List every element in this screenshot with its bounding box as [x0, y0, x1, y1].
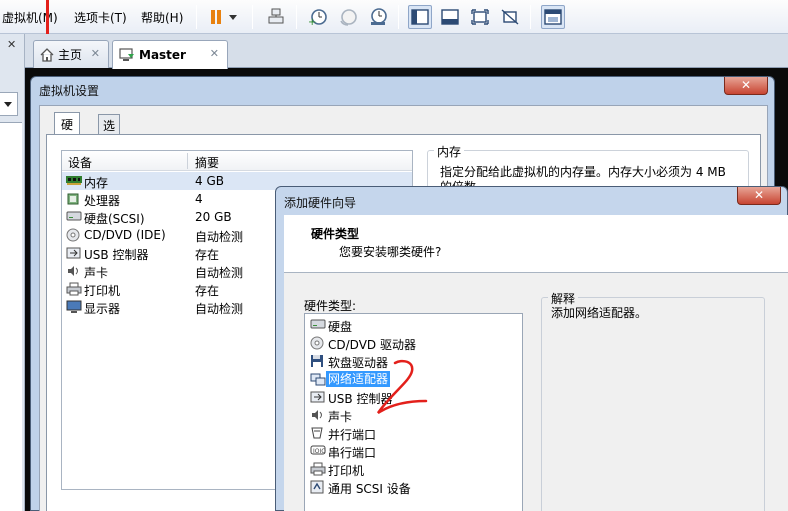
device-name: CD/DVD (IDE): [84, 228, 166, 242]
serial-port-icon: IOIO: [310, 444, 326, 458]
tab-options[interactable]: 选项: [98, 114, 121, 150]
red-annotation-mark: [46, 0, 49, 34]
tab-hardware[interactable]: 硬件: [54, 112, 81, 149]
toolbar-separator: [252, 5, 253, 29]
hardware-item-label: 串行端口: [328, 446, 377, 460]
menu-vm[interactable]: 虚拟机(M): [2, 9, 58, 26]
device-name: USB 控制器: [84, 248, 149, 262]
menu-help[interactable]: 帮助(H): [141, 9, 183, 26]
tab-master[interactable]: Master ✕: [112, 40, 228, 69]
hardware-item-label: 通用 SCSI 设备: [328, 482, 411, 496]
parallel-port-icon: [310, 426, 324, 440]
dialog-title: 虚拟机设置: [39, 84, 100, 98]
toolbar-separator: [398, 5, 399, 29]
device-summary: 存在: [195, 248, 220, 262]
device-summary: 20 GB: [195, 210, 232, 224]
unity-icon[interactable]: [498, 5, 522, 29]
library-tree[interactable]: [0, 122, 22, 511]
library-icon[interactable]: [541, 5, 565, 29]
hardware-item-label: 并行端口: [328, 428, 377, 442]
sound-icon: [310, 408, 324, 422]
send-keys-icon[interactable]: [264, 5, 288, 29]
toolbar-separator: [296, 5, 297, 29]
device-summary: 自动检测: [195, 302, 244, 316]
tab-home[interactable]: 主页 ✕: [33, 40, 109, 68]
close-button[interactable]: ✕: [737, 187, 781, 205]
wizard-header: 硬件类型 您要安装哪类硬件?: [284, 215, 788, 273]
wizard-heading: 硬件类型: [311, 227, 360, 241]
svg-text:IOIO: IOIO: [313, 448, 326, 455]
red-annotation-number: [376, 359, 428, 415]
device-summary: 4 GB: [195, 174, 224, 188]
hardware-type-label: 硬件类型:: [304, 299, 357, 313]
usb-icon: [310, 390, 325, 404]
toolbar-separator: [530, 5, 531, 29]
explanation-group: 解释 添加网络适配器。: [541, 290, 765, 511]
snapshot-take-icon[interactable]: +: [306, 5, 330, 29]
device-name: 声卡: [84, 266, 109, 280]
close-icon[interactable]: ✕: [7, 38, 16, 51]
printer-icon: [310, 462, 326, 476]
wizard-subheading: 您要安装哪类硬件?: [339, 245, 442, 259]
memory-legend: 内存: [434, 143, 465, 160]
home-icon: [40, 47, 54, 62]
sound-icon: [66, 264, 82, 278]
column-summary[interactable]: 摘要: [195, 154, 219, 171]
vm-icon: [119, 48, 134, 61]
printer-icon: [66, 282, 82, 296]
tab-strip: 主页 ✕ Master ✕: [25, 34, 788, 69]
device-list-header: 设备 摘要: [62, 151, 412, 171]
svg-text:+: +: [308, 17, 316, 27]
tab-close-icon[interactable]: ✕: [210, 47, 219, 60]
chevron-down-icon[interactable]: [226, 5, 240, 29]
device-summary: 自动检测: [195, 230, 244, 244]
wizard-body: 硬件类型: 硬盘 CD/DVD 驱动器 软盘驱动器 网络适配器 USB 控制器 声卡 并行端…: [284, 273, 788, 511]
tab-home-label: 主页: [58, 48, 83, 62]
hardware-item-label: 打印机: [328, 464, 365, 478]
explanation-text: 添加网络适配器。: [551, 306, 648, 320]
scsi-icon: [310, 480, 324, 494]
toolbar-separator: [196, 5, 197, 29]
device-name: 硬盘(SCSI): [84, 212, 145, 226]
harddisk-icon: [66, 210, 82, 224]
cdrom-icon: [310, 336, 324, 350]
column-device[interactable]: 设备: [68, 154, 92, 171]
device-name: 内存: [84, 176, 109, 190]
snapshot-revert-icon[interactable]: [336, 5, 360, 29]
pause-icon[interactable]: [204, 5, 228, 29]
library-panel: ✕: [0, 34, 25, 511]
menu-toolbar: 虚拟机(M) 选项卡(T) 帮助(H) +: [0, 0, 788, 34]
floppy-icon: [310, 354, 324, 368]
network-icon: [310, 372, 326, 386]
close-button[interactable]: ✕: [724, 77, 768, 95]
view-sidebar-icon[interactable]: [408, 5, 432, 29]
device-name: 显示器: [84, 302, 121, 316]
cdrom-icon: [66, 228, 82, 242]
tab-close-icon[interactable]: ✕: [91, 47, 100, 60]
hardware-item-label: CD/DVD 驱动器: [328, 338, 416, 352]
wizard-title: 添加硬件向导: [284, 196, 357, 210]
hardware-item-label: 声卡: [328, 410, 353, 424]
hardware-item-label: 硬盘: [328, 320, 353, 334]
usb-icon: [66, 246, 82, 260]
device-name: 打印机: [84, 284, 121, 298]
cpu-icon: [66, 192, 82, 206]
library-search-combo[interactable]: [0, 92, 18, 116]
device-summary: 存在: [195, 284, 220, 298]
fullscreen-icon[interactable]: [468, 5, 492, 29]
device-summary: 自动检测: [195, 266, 244, 280]
view-console-icon[interactable]: [438, 5, 462, 29]
tab-master-label: Master: [139, 48, 186, 62]
snapshot-manager-icon[interactable]: [366, 5, 390, 29]
device-summary: 4: [195, 192, 203, 206]
display-icon: [66, 300, 82, 314]
add-hardware-wizard: 添加硬件向导 ✕ 硬件类型 您要安装哪类硬件? 硬件类型: 硬盘 CD/DVD 驱…: [275, 186, 788, 511]
harddisk-icon: [310, 318, 326, 332]
device-name: 处理器: [84, 194, 121, 208]
memory-icon: [66, 174, 82, 188]
menu-tabs[interactable]: 选项卡(T): [74, 9, 127, 26]
